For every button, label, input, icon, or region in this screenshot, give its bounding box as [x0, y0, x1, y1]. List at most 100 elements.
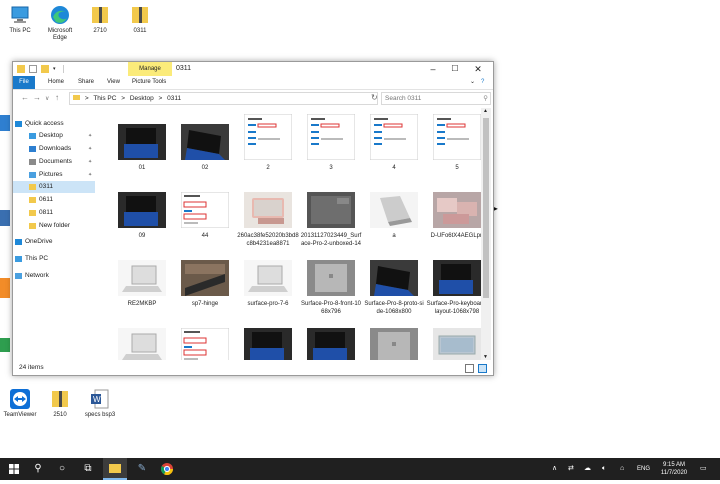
file-item[interactable] — [363, 328, 425, 360]
search-box[interactable]: ⚲ — [381, 92, 491, 105]
file-item[interactable] — [111, 328, 173, 360]
tab-home[interactable]: Home — [43, 76, 69, 89]
file-item[interactable]: 2 — [237, 114, 299, 172]
scroll-up-icon[interactable]: ▲ — [483, 108, 488, 114]
nav-item-onedrive[interactable]: OneDrive — [13, 236, 95, 248]
tab-view[interactable]: View — [102, 76, 125, 89]
nav-item-0811[interactable]: 0811 — [13, 207, 95, 219]
file-item[interactable]: Surface-Pro-8-front-1068x796 — [300, 260, 362, 316]
address-bar-row: ← → ∨ ↑ > This PC > Desktop > 0311 ↻ ⚲ — [13, 90, 493, 106]
file-item[interactable]: Surface-Pro-8-proto-side-1068x800 — [363, 260, 425, 316]
breadcrumb-0311[interactable]: 0311 — [167, 95, 181, 102]
partial-desktop-icon[interactable] — [0, 278, 10, 298]
search-input[interactable] — [382, 95, 475, 102]
desktop-icon-specs[interactable]: W specs bsp3 — [80, 388, 120, 419]
file-explorer-window[interactable]: ▾ Manage 0311 – ☐ ✕ File Home Share View… — [12, 61, 494, 376]
nav-item-quick-access[interactable]: Quick access — [13, 118, 95, 130]
nav-item-this-pc[interactable]: This PC — [13, 253, 95, 265]
file-item[interactable]: 09 — [111, 192, 173, 240]
breadcrumb-this-pc[interactable]: This PC — [93, 95, 116, 102]
language-indicator[interactable]: ENG — [637, 458, 650, 480]
properties-icon[interactable] — [29, 65, 37, 73]
breadcrumb-desktop[interactable]: Desktop — [130, 95, 154, 102]
paint-icon[interactable]: ✎ — [130, 458, 154, 480]
back-arrow-icon[interactable]: ← — [21, 93, 29, 102]
help-icon[interactable]: ? — [476, 76, 489, 89]
nav-item-network[interactable]: Network — [13, 270, 95, 282]
recent-dropdown-icon[interactable]: ∨ — [45, 95, 49, 102]
file-item[interactable]: D-UFo6tX4AEGLpn — [426, 192, 481, 240]
tab-file[interactable]: File — [13, 76, 35, 89]
partial-desktop-icon[interactable] — [0, 210, 10, 226]
file-item[interactable]: 260ac38fe52020b3bd8c8b4231ea8871 — [237, 192, 299, 248]
file-item[interactable]: Surface-Pro-keyboard-layout-1068x798 — [426, 260, 481, 316]
start-button[interactable] — [2, 458, 26, 480]
nav-item-label: 0311 — [39, 183, 53, 190]
notification-icon[interactable]: ▭ — [700, 458, 707, 480]
teamviewer-tray-icon[interactable]: ⇄ — [568, 458, 574, 480]
file-item[interactable] — [237, 328, 299, 360]
close-button[interactable]: ✕ — [463, 62, 493, 76]
large-icons-view-icon[interactable] — [478, 364, 487, 373]
cortana-icon[interactable]: ○ — [50, 458, 74, 480]
new-folder-icon[interactable] — [41, 65, 49, 73]
title-bar[interactable]: ▾ Manage 0311 – ☐ ✕ — [13, 62, 493, 76]
up-arrow-icon[interactable]: ↑ — [55, 93, 59, 102]
partial-desktop-icon[interactable] — [0, 338, 10, 352]
file-item[interactable]: surface-pro-7-6 — [237, 260, 299, 308]
desktop-icon-teamviewer[interactable]: TeamViewer — [0, 388, 40, 419]
nav-item-documents[interactable]: Documents ✦ — [13, 156, 95, 168]
file-item[interactable]: 3 — [300, 114, 362, 172]
file-item[interactable]: sp7-hinge — [174, 260, 236, 308]
volume-icon[interactable]: 🔈︎ — [602, 458, 606, 480]
desktop-icon-this-pc[interactable]: This PC — [0, 4, 40, 35]
quick-access-dropdown-icon[interactable]: ▾ — [53, 65, 61, 73]
task-view-icon[interactable]: ⧉ — [76, 458, 100, 480]
desktop-icon-2710[interactable]: 2710 — [80, 4, 120, 35]
chrome-icon[interactable] — [155, 458, 179, 480]
file-item[interactable]: a — [363, 192, 425, 240]
onedrive-tray-icon[interactable]: ☁ — [584, 458, 591, 480]
image-thumbnail — [237, 260, 299, 298]
refresh-icon[interactable]: ↻ — [371, 93, 378, 102]
tab-picture-tools[interactable]: Picture Tools — [127, 76, 171, 89]
nav-item-label: Pictures — [39, 171, 63, 178]
vertical-scrollbar[interactable]: ▲ ▼ — [481, 108, 491, 360]
file-item[interactable]: 44 — [174, 192, 236, 240]
tab-share[interactable]: Share — [73, 76, 99, 89]
network-icon[interactable]: ⌂ — [620, 458, 624, 480]
scrollbar-thumb[interactable] — [483, 118, 489, 298]
file-item[interactable] — [174, 328, 236, 360]
desktop-icon-0311[interactable]: 0311 — [120, 4, 160, 35]
desktop-icon-edge[interactable]: Microsoft Edge — [40, 4, 80, 42]
file-item[interactable]: 20131127023449_Surface-Pro-2-unboxed-14 — [300, 192, 362, 248]
nav-item-0611[interactable]: 0611 — [13, 194, 95, 206]
file-item[interactable]: RE2MKBP — [111, 260, 173, 308]
file-item[interactable]: 4 — [363, 114, 425, 172]
manage-tab[interactable]: Manage — [128, 62, 172, 76]
nav-item-downloads[interactable]: Downloads ✦ — [13, 143, 95, 155]
nav-item-desktop[interactable]: Desktop ✦ — [13, 130, 95, 142]
nav-item-pictures[interactable]: Pictures ✦ — [13, 169, 95, 181]
clock-time: 9:15 AM — [662, 462, 685, 468]
nav-item-0311[interactable]: 0311 — [13, 181, 95, 193]
file-item[interactable]: 01 — [111, 124, 173, 172]
breadcrumb[interactable]: > This PC > Desktop > 0311 — [69, 92, 378, 105]
file-item[interactable] — [426, 328, 481, 360]
desktop-icon-2510[interactable]: 2510 — [40, 388, 80, 419]
scroll-down-icon[interactable]: ▼ — [483, 354, 488, 360]
forward-arrow-icon[interactable]: → — [33, 93, 41, 102]
file-item[interactable]: 5 — [426, 114, 481, 172]
file-item[interactable] — [300, 328, 362, 360]
clock[interactable]: 9:15 AM 11/7/2020 — [654, 461, 694, 477]
file-name: 5 — [455, 165, 459, 171]
show-hidden-icons[interactable]: ∧ — [552, 458, 557, 480]
nav-item-new-folder[interactable]: New folder — [13, 220, 95, 232]
details-view-icon[interactable] — [465, 364, 474, 373]
file-explorer-taskbar-button[interactable] — [103, 458, 127, 480]
file-item[interactable]: 02 — [174, 124, 236, 172]
nav-item-label: This PC — [25, 255, 49, 262]
partial-desktop-icon[interactable] — [0, 115, 10, 131]
search-icon[interactable]: ⚲ — [26, 458, 50, 480]
file-name: sp7-hinge — [191, 301, 219, 307]
